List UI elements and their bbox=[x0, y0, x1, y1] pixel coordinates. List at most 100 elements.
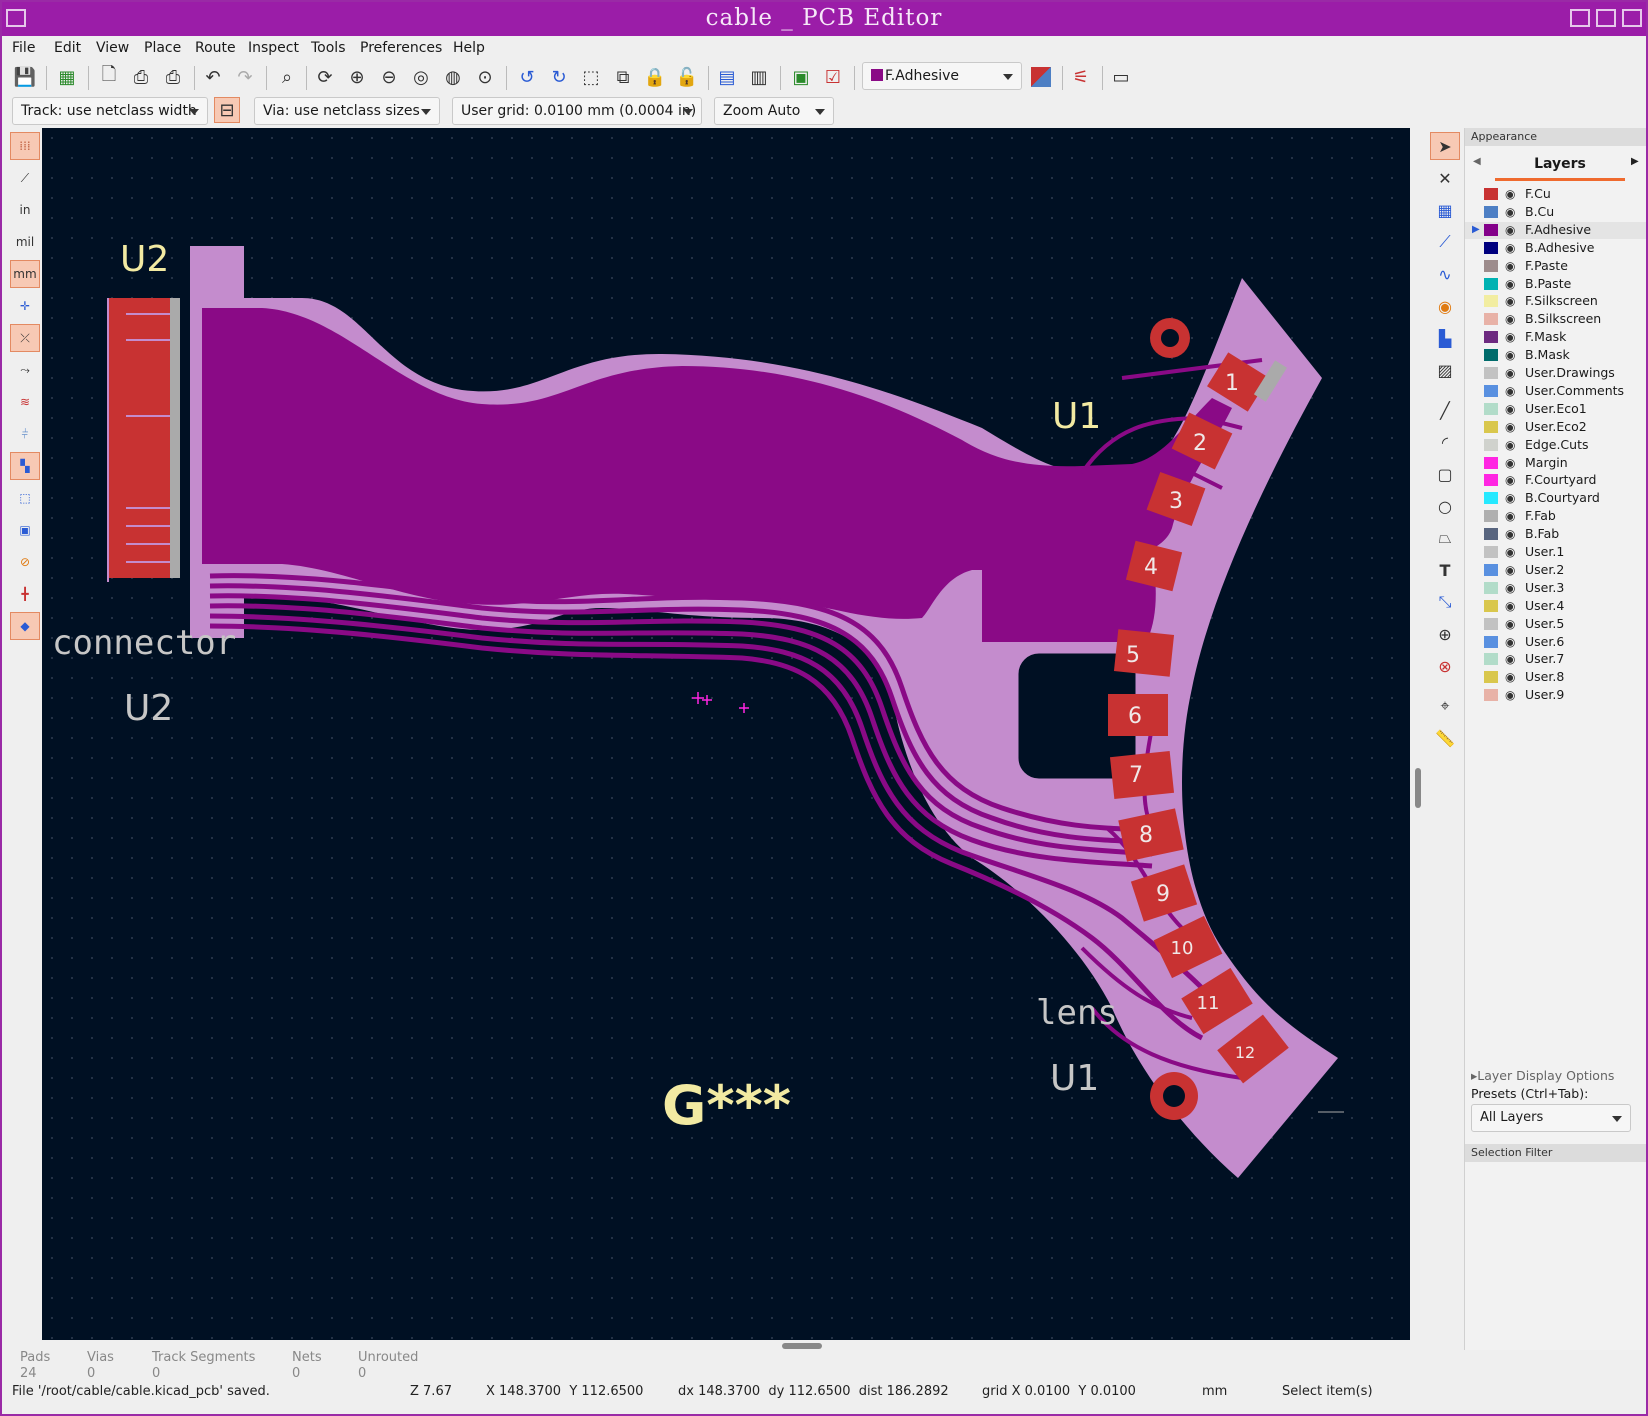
layer-row[interactable]: ◉ Margin bbox=[1465, 455, 1646, 472]
layer-row[interactable]: ◉ User.9 bbox=[1465, 687, 1646, 704]
add-zone-icon[interactable]: ▙ bbox=[1430, 324, 1460, 352]
layer-color-swatch[interactable] bbox=[1484, 546, 1498, 558]
layer-color-swatch[interactable] bbox=[1484, 241, 1498, 254]
pad-display-icon[interactable]: ▣ bbox=[10, 516, 40, 544]
visibility-eye-icon[interactable]: ◉ bbox=[1505, 652, 1519, 666]
zoom-in-icon[interactable]: ⊕ bbox=[344, 64, 370, 90]
visibility-eye-icon[interactable]: ◉ bbox=[1505, 312, 1519, 326]
layer-row[interactable]: ◉ User.4 bbox=[1465, 598, 1646, 615]
ratsnest-icon[interactable]: ⤫ bbox=[10, 324, 40, 352]
menu-preferences[interactable]: Preferences bbox=[360, 40, 442, 56]
menu-place[interactable]: Place bbox=[144, 40, 181, 56]
vertical-scroll-thumb[interactable] bbox=[1415, 768, 1421, 808]
via-size-select[interactable]: Via: use netclass sizes bbox=[254, 97, 440, 125]
ref-u1-top[interactable]: U1 bbox=[1052, 396, 1101, 437]
visibility-eye-icon[interactable]: ◉ bbox=[1505, 366, 1519, 380]
layer-row[interactable]: ◉ User.Eco1 bbox=[1465, 401, 1646, 418]
cursor-style-icon[interactable]: ✛ bbox=[10, 292, 40, 320]
layer-row[interactable]: ◉ B.Silkscreen bbox=[1465, 311, 1646, 328]
draw-circle-icon[interactable]: ○ bbox=[1430, 492, 1460, 520]
visibility-eye-icon[interactable]: ◉ bbox=[1505, 563, 1519, 577]
visibility-eye-icon[interactable]: ◉ bbox=[1505, 545, 1519, 559]
show-zones-icon[interactable]: ▚ bbox=[10, 452, 40, 480]
layer-color-swatch[interactable] bbox=[1484, 563, 1498, 576]
draw-arc-icon[interactable]: ◜ bbox=[1430, 428, 1460, 456]
mounting-hole-top[interactable] bbox=[1150, 318, 1190, 358]
layer-row[interactable]: ◉ User.Eco2 bbox=[1465, 419, 1646, 436]
visibility-eye-icon[interactable]: ◉ bbox=[1505, 384, 1519, 398]
measure-icon[interactable]: 📏 bbox=[1430, 724, 1460, 752]
page-settings-icon[interactable]: 🗋 bbox=[96, 64, 122, 90]
route-track-icon[interactable]: ⟋ bbox=[1430, 228, 1460, 256]
drc-icon[interactable]: ☑ bbox=[820, 64, 846, 90]
layer-color-swatch[interactable] bbox=[1484, 456, 1498, 469]
layer-row[interactable]: ◉ F.Silkscreen bbox=[1465, 293, 1646, 310]
layer-color-swatch[interactable] bbox=[1484, 671, 1498, 684]
layer-color-swatch[interactable] bbox=[1484, 653, 1498, 666]
polar-coords-icon[interactable]: ⟋ bbox=[10, 164, 40, 192]
layer-row[interactable]: ◉ User.1 bbox=[1465, 544, 1646, 561]
visibility-eye-icon[interactable]: ◉ bbox=[1505, 330, 1519, 344]
zoom-out-icon[interactable]: ⊖ bbox=[376, 64, 402, 90]
schematic-icon[interactable]: ⚟ bbox=[1068, 64, 1094, 90]
layer-row[interactable]: ◉ B.Paste bbox=[1465, 276, 1646, 293]
track-display-icon[interactable]: ╋ bbox=[10, 580, 40, 608]
pad-5[interactable] bbox=[1113, 629, 1175, 677]
value-lens[interactable]: lens bbox=[1036, 993, 1118, 1033]
unlock-icon[interactable]: 🔓 bbox=[674, 64, 700, 90]
ref-u2-bottom[interactable]: U2 bbox=[124, 688, 173, 729]
menu-view[interactable]: View bbox=[96, 40, 129, 56]
layer-row[interactable]: ◉ User.2 bbox=[1465, 562, 1646, 579]
zoom-objects-icon[interactable]: ◍ bbox=[440, 64, 466, 90]
track-width-select[interactable]: Track: use netclass width bbox=[12, 97, 208, 125]
visibility-eye-icon[interactable]: ◉ bbox=[1505, 294, 1519, 308]
vertical-scrollbar[interactable] bbox=[1412, 128, 1426, 1340]
layer-row[interactable]: ◉ B.Adhesive bbox=[1465, 240, 1646, 257]
zoom-selection-icon[interactable]: ⊙ bbox=[472, 64, 498, 90]
mirror-icon[interactable]: ⬚ bbox=[578, 64, 604, 90]
visibility-eye-icon[interactable]: ◉ bbox=[1505, 420, 1519, 434]
add-via-icon[interactable]: ◉ bbox=[1430, 292, 1460, 320]
ref-g-footprint[interactable]: G*** bbox=[662, 1074, 791, 1137]
zone-outline-icon[interactable]: ⬚ bbox=[10, 484, 40, 512]
pcb-canvas[interactable]: 1 2 3 4 5 6 7 8 9 10 11 12 U2 connector … bbox=[42, 128, 1410, 1340]
layer-row[interactable]: ◉ F.Mask bbox=[1465, 329, 1646, 346]
layer-row[interactable]: ◉ User.7 bbox=[1465, 651, 1646, 668]
layer-row[interactable]: ▶ ◉ F.Adhesive bbox=[1465, 221, 1646, 239]
layer-row[interactable]: ◉ F.Courtyard bbox=[1465, 472, 1646, 489]
layer-row[interactable]: ◉ User.5 bbox=[1465, 616, 1646, 633]
value-connector[interactable]: connector bbox=[52, 623, 236, 663]
add-footprint-icon[interactable]: ▦ bbox=[1430, 196, 1460, 224]
layer-color-swatch[interactable] bbox=[1484, 188, 1498, 200]
layer-color-swatch[interactable] bbox=[1484, 367, 1498, 379]
scripting-console-icon[interactable]: ▭ bbox=[1108, 64, 1134, 90]
close-button[interactable] bbox=[1622, 9, 1642, 27]
layer-row[interactable]: ◉ B.Courtyard bbox=[1465, 490, 1646, 507]
menu-route[interactable]: Route bbox=[195, 40, 236, 56]
undo-icon[interactable]: ↶ bbox=[200, 64, 226, 90]
visibility-eye-icon[interactable]: ◉ bbox=[1505, 402, 1519, 416]
layer-color-swatch[interactable] bbox=[1484, 528, 1498, 541]
maximize-button[interactable] bbox=[1596, 9, 1616, 27]
net-color-icon[interactable]: ≋ bbox=[10, 388, 40, 416]
visibility-eye-icon[interactable]: ◉ bbox=[1505, 670, 1519, 684]
visibility-eye-icon[interactable]: ◉ bbox=[1505, 527, 1519, 541]
draw-rectangle-icon[interactable]: ▢ bbox=[1430, 460, 1460, 488]
window-menu-icon[interactable] bbox=[6, 9, 26, 27]
via-display-icon[interactable]: ⊘ bbox=[10, 548, 40, 576]
select-tool-icon[interactable]: ➤ bbox=[1430, 132, 1460, 160]
board-view[interactable]: 1 2 3 4 5 6 7 8 9 10 11 12 U2 connector … bbox=[42, 128, 1410, 1340]
layer-color-swatch[interactable] bbox=[1484, 474, 1498, 487]
layer-color-swatch[interactable] bbox=[1484, 581, 1498, 594]
layer-color-swatch[interactable] bbox=[1484, 420, 1498, 433]
layer-row[interactable]: ◉ B.Cu bbox=[1465, 204, 1646, 221]
lock-icon[interactable]: 🔒 bbox=[642, 64, 668, 90]
menu-edit[interactable]: Edit bbox=[54, 40, 81, 56]
layer-color-swatch[interactable] bbox=[1484, 384, 1498, 397]
layer-color-swatch[interactable] bbox=[1484, 349, 1498, 362]
layer-row[interactable]: ◉ F.Paste bbox=[1465, 258, 1646, 275]
visibility-eye-icon[interactable]: ◉ bbox=[1505, 473, 1519, 487]
group-icon[interactable]: ⧉ bbox=[610, 64, 636, 90]
layer-row[interactable]: ◉ B.Mask bbox=[1465, 347, 1646, 364]
refresh-icon[interactable]: ⟳ bbox=[312, 64, 338, 90]
